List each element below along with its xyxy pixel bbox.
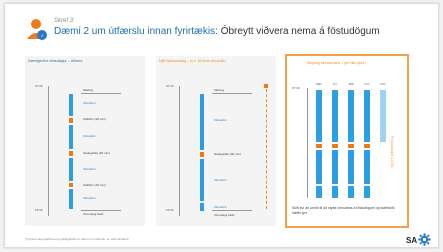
work-block	[69, 189, 73, 209]
time-start: 07:30	[35, 84, 43, 88]
panel-heading: Dæmigerður vinnudagur – viðvera	[28, 59, 83, 63]
work-block	[69, 125, 73, 149]
time-axis	[307, 88, 308, 198]
time-start: 07:30	[292, 86, 300, 90]
work-block	[316, 150, 322, 184]
dashed-line	[266, 89, 267, 209]
label-work: Vinnutími	[83, 196, 96, 200]
label-work: Vinnutími	[83, 101, 96, 105]
panel-new-arrangement: Nýtt fyrirkomulag – m.v. 36 tíma vinnuvi…	[156, 56, 276, 226]
panel-heading: Nýtt fyrirkomulag – m.v. 36 tíma vinnuvi…	[159, 59, 226, 63]
friday-label: Föstudagar 13:00	[390, 136, 395, 168]
label-end: Vinnudegi lokið	[214, 213, 235, 217]
day-label: Fim	[364, 82, 370, 86]
panel-heading: Skipting vinnutímans – yfir viku (klst.)	[307, 61, 367, 65]
gear-logo-icon	[418, 233, 431, 246]
logo-text: SA	[406, 236, 418, 245]
title-main: Dæmi 2 um útfærslu innan fyrirtækis:	[54, 26, 221, 37]
label-work: Vinnutími	[214, 118, 227, 122]
work-block	[200, 159, 204, 201]
work-block	[348, 150, 354, 184]
label-arrival: Mæting	[214, 88, 225, 92]
label-work: Vinnutími	[214, 178, 227, 182]
lunch-block	[200, 152, 204, 157]
label-end: Vinnudegi lokið	[83, 212, 104, 216]
time-end: 15:00	[166, 208, 174, 212]
work-block	[316, 90, 322, 142]
slide: ♪ Skref 3: Dæmi 2 um útfærslu innan fyri…	[4, 3, 439, 248]
day-label: Mán	[316, 82, 322, 86]
work-block	[316, 186, 322, 198]
work-block	[69, 94, 73, 116]
work-block	[200, 203, 204, 211]
day-label: Mið	[348, 82, 354, 86]
label-work: Vinnutími	[83, 167, 96, 171]
panel-typical-day: Dæmigerður vinnudagur – viðvera 07:30 15…	[25, 56, 145, 226]
person-icon: ♪	[27, 19, 47, 40]
label-lunch: Hádegishlé (30 mín)	[214, 152, 242, 156]
work-block	[332, 150, 338, 184]
step-label: Skref 3:	[54, 18, 75, 24]
page-title: Dæmi 2 um útfærslu innan fyrirtækis: Óbr…	[54, 26, 380, 37]
work-block	[69, 158, 73, 181]
time-axis	[179, 86, 180, 216]
time-end: 15:30	[35, 208, 43, 212]
label-work: Vinnutími	[214, 205, 227, 209]
time-axis	[48, 86, 49, 216]
footnote: *Fyrirkomulag kaffitíma og hádegishlés e…	[25, 237, 129, 241]
label-coffee: Kaffitími (20 mín)	[83, 117, 106, 121]
work-block	[332, 90, 338, 142]
work-block	[364, 186, 370, 198]
title-rest: Óbreytt viðvera nema á föstudögum	[220, 26, 380, 37]
panel-note: Skilt því að unnið til að stytta vinnutí…	[292, 206, 395, 215]
break-block	[69, 118, 73, 123]
work-block	[348, 186, 354, 198]
day-label: Þri	[333, 82, 337, 86]
day-label: Fös	[380, 82, 386, 86]
work-block	[348, 90, 354, 142]
label-lunch: Hádegishlé (30 mín)	[83, 151, 111, 155]
work-block	[200, 94, 204, 150]
panel-weekly-split: Skipting vinnutímans – yfir viku (klst.)…	[285, 54, 409, 228]
label-coffee: Kaffitími (15 mín)	[83, 183, 106, 187]
break-block	[69, 183, 73, 187]
lunch-block	[316, 144, 322, 148]
label-work: Vinnutími	[83, 134, 96, 138]
work-block	[332, 186, 338, 198]
lunch-block	[348, 144, 354, 148]
work-block	[364, 150, 370, 184]
work-block	[364, 90, 370, 142]
marker-block	[264, 84, 268, 88]
work-block	[380, 90, 386, 142]
lunch-block	[332, 144, 338, 148]
lunch-block	[364, 144, 370, 148]
label-arrival: Mæting	[83, 88, 94, 92]
lunch-block	[69, 151, 73, 156]
time-start: 07:30	[166, 84, 174, 88]
